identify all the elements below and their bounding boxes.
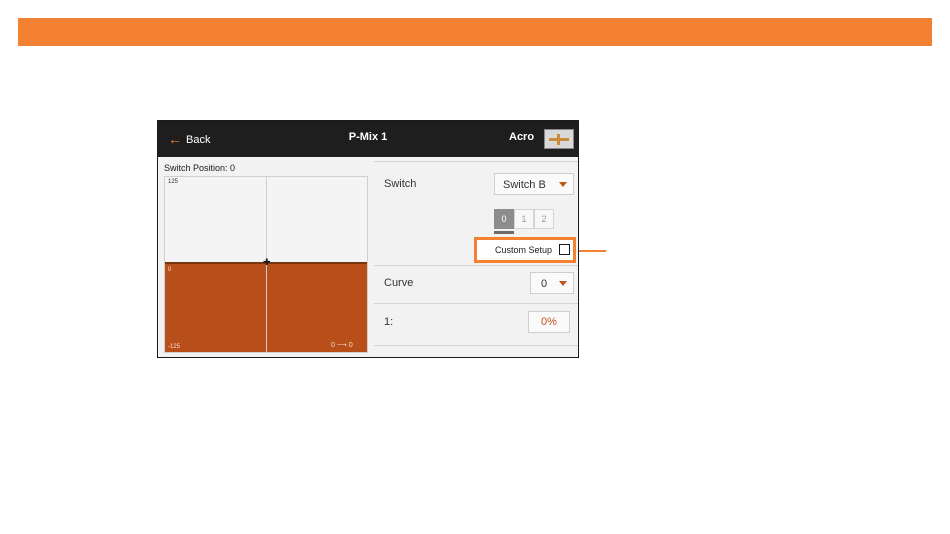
settings-panel: Switch Switch B 0 1 2 Custom Setup Curve… [374,157,578,357]
custom-setup-highlight: Custom Setup [474,237,576,263]
position-button-2[interactable]: 2 [534,209,554,229]
divider [374,345,578,346]
point-value-field[interactable]: 0% [528,311,570,333]
curve-select-value: 0 [541,278,548,290]
custom-setup-checkbox[interactable] [559,244,570,255]
y-mid-tick: 0 [168,267,172,273]
point-label: 1: [384,316,394,328]
curve-point-marker: ✚ [263,257,271,267]
switch-position-label: Switch Position: 0 [164,163,236,173]
y-top-tick: 125 [168,179,179,185]
curve-label: Curve [384,277,414,289]
mix-curve-plot: ✚ 125 0 -125 0 ⟶ 0 [164,176,368,353]
position-button-0[interactable]: 0 [494,209,514,229]
divider [374,161,578,162]
y-bottom-tick: -125 [168,344,181,350]
switch-select-value: Switch B [503,179,546,191]
divider [374,265,578,266]
io-readout: 0 ⟶ 0 [331,342,353,349]
top-bar: ← Back P-Mix 1 Acro [158,121,578,157]
airplane-icon[interactable] [544,129,574,149]
chevron-down-icon [559,182,567,187]
chevron-down-icon [559,281,567,286]
header-banner [18,18,932,46]
callout-line [579,250,606,252]
curve-select[interactable]: 0 [530,272,574,294]
divider [374,303,578,304]
custom-setup-label: Custom Setup [495,245,553,255]
position-button-1[interactable]: 1 [514,209,534,229]
switch-label: Switch [384,178,417,190]
transmitter-screen: ← Back P-Mix 1 Acro Switch Position: 0 ✚ … [157,120,579,358]
switch-select[interactable]: Switch B [494,173,574,195]
model-type-label: Acro [509,131,535,143]
mix-graph-panel: Switch Position: 0 ✚ 125 0 -125 0 ⟶ 0 [158,157,374,357]
active-position-indicator [494,231,514,234]
